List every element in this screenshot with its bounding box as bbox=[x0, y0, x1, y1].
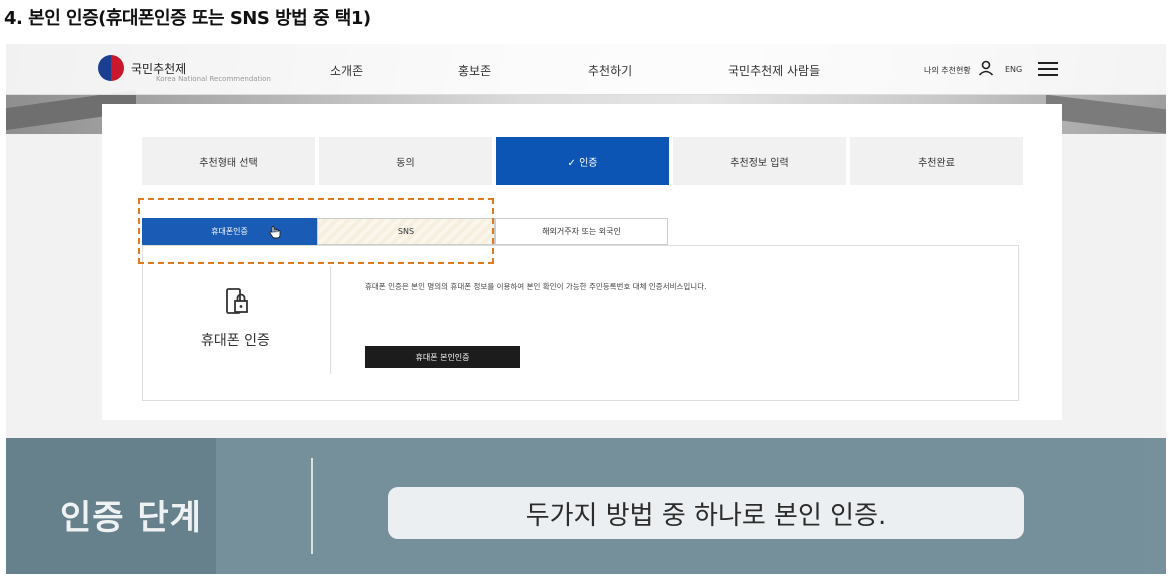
verification-panel: 휴대폰 인증 휴대폰 인증은 본인 명의의 휴대폰 정보를 이용하여 본인 확인… bbox=[142, 245, 1019, 401]
hero-decoration bbox=[1046, 94, 1166, 134]
highlight-box bbox=[138, 198, 494, 264]
nav-item-promo[interactable]: 홍보존 bbox=[458, 62, 491, 79]
menu-icon[interactable] bbox=[1038, 62, 1058, 76]
nav-item-people[interactable]: 국민추천제 사람들 bbox=[728, 62, 820, 79]
method-label: 휴대폰 인증 bbox=[201, 333, 270, 349]
page-heading: 4. 본인 인증(휴대폰인증 또는 SNS 방법 중 택1) bbox=[4, 8, 371, 29]
step-verify: ✓ 인증 bbox=[496, 137, 669, 185]
logo-subtitle: Korea National Recommendation bbox=[156, 75, 271, 83]
phone-lock-icon bbox=[226, 288, 248, 314]
overlay-divider bbox=[311, 458, 313, 554]
panel-divider bbox=[330, 266, 331, 374]
browser-screenshot: 국민추천제 Korea National Recommendation 소개존 … bbox=[6, 44, 1166, 574]
hand-cursor-icon bbox=[269, 226, 281, 239]
my-status-link[interactable]: 나의 추천현황 bbox=[924, 65, 971, 76]
person-icon[interactable] bbox=[978, 60, 994, 76]
language-toggle[interactable]: ENG bbox=[1005, 65, 1022, 74]
nav-item-intro[interactable]: 소개존 bbox=[330, 62, 363, 79]
step-enter-info: 추천정보 입력 bbox=[673, 137, 846, 185]
phone-verify-button[interactable]: 휴대폰 본인인증 bbox=[365, 346, 520, 368]
step-select-type: 추천형태 선택 bbox=[142, 137, 315, 185]
step-agree: 동의 bbox=[319, 137, 492, 185]
tab-overseas-foreigner[interactable]: 해외거주자 또는 외국인 bbox=[495, 218, 668, 245]
overlay-title: 인증 단계 bbox=[60, 498, 202, 538]
method-description: 휴대폰 인증은 본인 명의의 휴대폰 정보를 이용하여 본인 확인이 가능한 주… bbox=[365, 282, 707, 291]
top-navigation: 국민추천제 Korea National Recommendation 소개존 … bbox=[6, 44, 1166, 95]
step-complete: 추천완료 bbox=[850, 137, 1023, 185]
nav-item-recommend[interactable]: 추천하기 bbox=[588, 62, 632, 79]
caption-overlay: 인증 단계 두가지 방법 중 하나로 본인 인증. bbox=[6, 438, 1166, 574]
overlay-caption: 두가지 방법 중 하나로 본인 인증. bbox=[388, 487, 1024, 539]
logo-icon[interactable] bbox=[98, 55, 124, 81]
